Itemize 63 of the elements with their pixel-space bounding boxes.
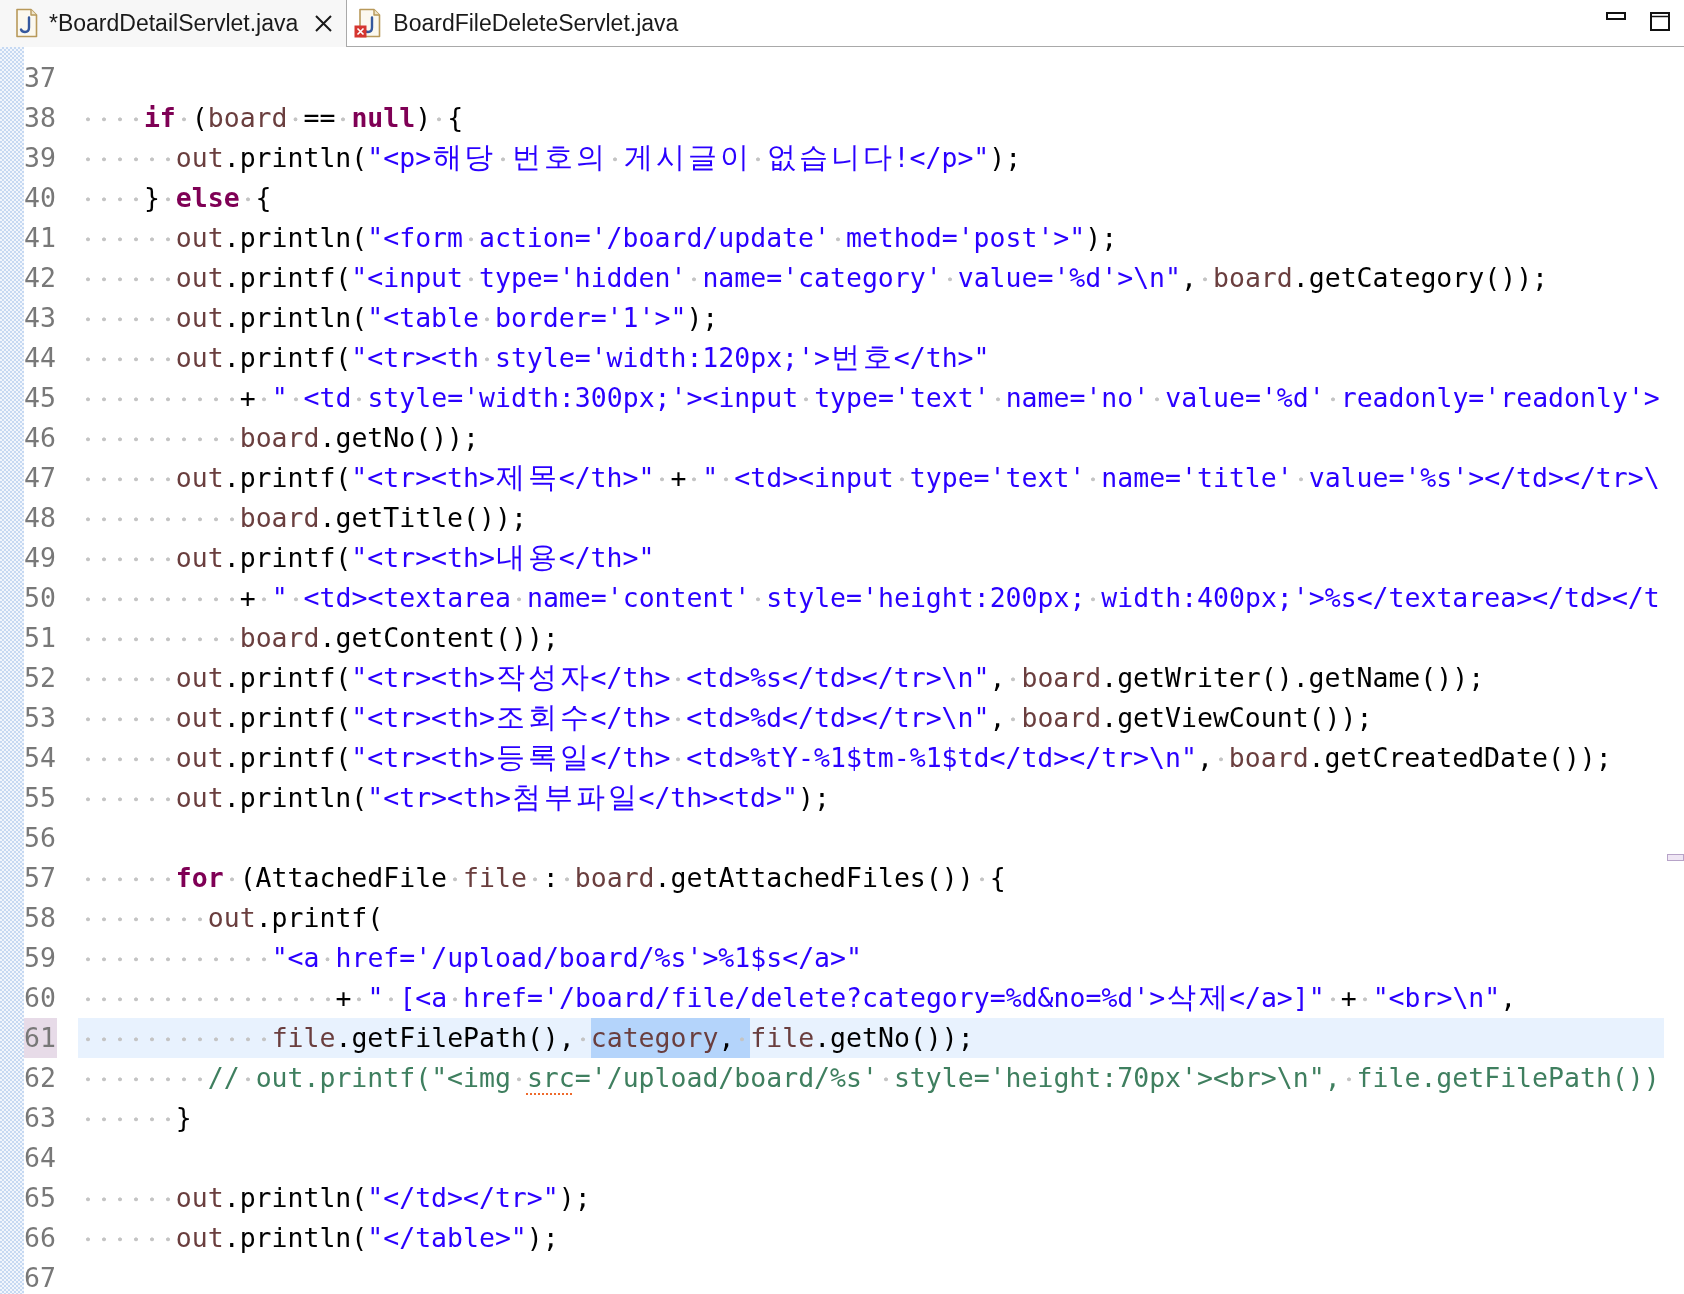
line-number: 46 xyxy=(24,421,57,455)
line-number: 50 xyxy=(24,581,57,615)
line-number: 62 xyxy=(24,1061,57,1095)
line-number: 53 xyxy=(24,701,57,735)
line-number: 67 xyxy=(24,1261,57,1294)
line-number: 44 xyxy=(24,341,57,375)
line-number: 63 xyxy=(24,1101,57,1135)
line-number: 65 xyxy=(24,1181,57,1215)
line-number: 39 xyxy=(24,141,57,175)
code-line: out.printf("<tr><th>제목</th>" + " <td><input type='text' name='title' value='%s'></td></tr>\ xyxy=(78,458,1664,498)
line-number: 56 xyxy=(24,821,57,855)
line-number: 41 xyxy=(24,221,57,255)
line-number: 37 xyxy=(24,61,57,95)
code-line: out.println("<form action='/board/update' method='post'>"); xyxy=(78,218,1664,258)
line-number: 61 xyxy=(24,1018,57,1058)
code-line: } else { xyxy=(78,178,1664,218)
code-line: out.printf("<tr><th>등록일</th> <td>%tY-%1$tm-%1$td</td></tr>\n", board.getCreatedDate()); xyxy=(78,738,1664,778)
line-number: 58 xyxy=(24,901,57,935)
line-number: 52 xyxy=(24,661,57,695)
code-line: out.printf("<tr><th>작성자</th> <td>%s</td></tr>\n", board.getWriter().getName()); xyxy=(78,658,1664,698)
editor-tab[interactable]: *BoardDetailServlet.java xyxy=(0,0,347,47)
code-line: board.getNo()); xyxy=(78,418,1664,458)
marker-icon[interactable] xyxy=(1667,854,1684,861)
code-line: + " <td><textarea name='content' style='height:200px; width:400px;'>%s</textarea></td></t xyxy=(78,578,1664,618)
code-line: out.println("</td></tr>"); xyxy=(78,1178,1664,1218)
code-line: // out.printf("<img src='/upload/board/%s' style='height:70px'><br>\n", file.getFilePath()) xyxy=(78,1058,1664,1098)
line-number: 40 xyxy=(24,181,57,215)
line-number: 47 xyxy=(24,461,57,495)
code-line: if (board == null) { xyxy=(78,98,1664,138)
line-number: 38 xyxy=(24,101,57,135)
minimize-icon[interactable] xyxy=(1606,12,1626,20)
line-number: 42 xyxy=(24,261,57,295)
code-line: for (AttachedFile file : board.getAttachedFiles()) { xyxy=(78,858,1664,898)
code-line: + " [<a href='/board/file/delete?category=%d&no=%d'>삭제</a>]" + "<br>\n", xyxy=(78,978,1664,1018)
line-number: 49 xyxy=(24,541,57,575)
line-number: 66 xyxy=(24,1221,57,1255)
code-line: out.printf("<input type='hidden' name='category' value='%d'>\n", board.getCategory()); xyxy=(78,258,1664,298)
code-line: + " <td style='width:300px;'><input type='text' name='no' value='%d' readonly='readonly'> xyxy=(78,378,1664,418)
line-number: 54 xyxy=(24,741,57,775)
line-number: 43 xyxy=(24,301,57,335)
close-icon[interactable] xyxy=(315,14,333,32)
code-line: board.getContent()); xyxy=(78,618,1664,658)
line-number: 60 xyxy=(24,981,57,1015)
line-number: 51 xyxy=(24,621,57,655)
code-line: } xyxy=(78,1098,1664,1138)
code-line: out.printf("<tr><th>조회수</th> <td>%d</td></tr>\n", board.getViewCount()); xyxy=(78,698,1664,738)
code-line: out.println("<table border='1'>"); xyxy=(78,298,1664,338)
line-number: 57 xyxy=(24,861,57,895)
code-line: out.println("<tr><th>첨부파일</th><td>"); xyxy=(78,778,1664,818)
line-number: 64 xyxy=(24,1141,57,1175)
code-line: "<a href='/upload/board/%s'>%1$s</a>" xyxy=(78,938,1664,978)
code-line: out.printf( xyxy=(78,898,1664,938)
maximize-icon[interactable] xyxy=(1650,12,1670,31)
line-number: 48 xyxy=(24,501,57,535)
line-number: 55 xyxy=(24,781,57,815)
code-line: out.printf("<tr><th>내용</th>" xyxy=(78,538,1664,578)
code-line: out.println("</table>"); xyxy=(78,1218,1664,1258)
line-number: 59 xyxy=(24,941,57,975)
code-line: out.println("<p>해당 번호의 게시글이 없습니다!</p>"); xyxy=(78,138,1664,178)
code-line: board.getTitle()); xyxy=(78,498,1664,538)
editor-tab[interactable]: BoardFileDeleteServlet.java xyxy=(346,0,696,47)
line-number: 45 xyxy=(24,381,57,415)
code-line: out.printf("<tr><th style='width:120px;'>번호</th>" xyxy=(78,338,1664,378)
